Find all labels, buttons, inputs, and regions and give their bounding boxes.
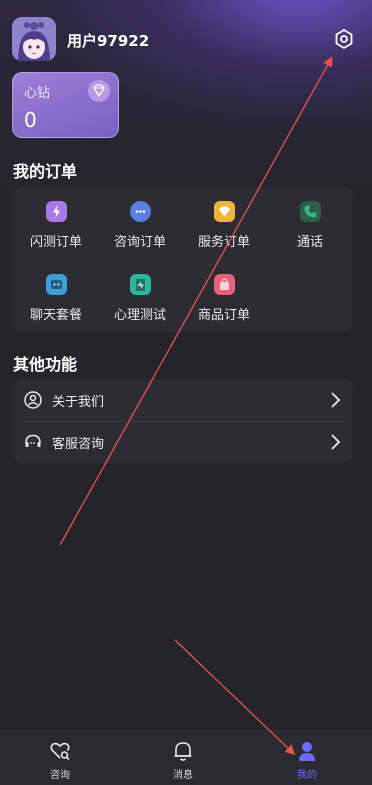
order-item-consult[interactable]: 咨询订单 bbox=[100, 201, 180, 255]
order-item-product[interactable]: 商品订单 bbox=[184, 274, 264, 328]
customer-service-label: 客服咨询 bbox=[52, 437, 105, 452]
tab-mine[interactable]: 我的 bbox=[267, 731, 347, 785]
shopping-bag-icon bbox=[214, 274, 235, 295]
orders-panel: 闪测订单 咨询订单 服务订单 通话 聊天套餐 心理测试 商品订单 bbox=[13, 187, 353, 332]
order-item-flash-test[interactable]: 闪测订单 bbox=[16, 201, 96, 255]
avatar[interactable] bbox=[12, 17, 56, 61]
chat-package-icon bbox=[46, 274, 67, 295]
heart-search-icon bbox=[49, 739, 71, 763]
diamond-value: 0 bbox=[24, 108, 37, 132]
diamond-title: 心钻 bbox=[24, 86, 51, 101]
chevron-right-icon bbox=[329, 433, 341, 451]
avatar-illustration bbox=[12, 17, 56, 61]
diamond-balance-card[interactable]: 心钻 0 bbox=[12, 72, 119, 138]
user-circle-icon bbox=[23, 390, 43, 410]
order-label: 闪测订单 bbox=[29, 235, 82, 250]
about-us-label: 关于我们 bbox=[52, 395, 105, 410]
settings-hexagon-icon bbox=[335, 29, 353, 49]
profile-header: 用户97922 bbox=[12, 17, 360, 63]
tab-label: 咨询 bbox=[50, 770, 70, 781]
diamond-icon bbox=[88, 80, 110, 102]
clipboard-icon bbox=[130, 274, 151, 295]
about-us-row[interactable]: 关于我们 bbox=[13, 379, 353, 421]
order-item-call[interactable]: 通话 bbox=[270, 201, 350, 255]
orders-section-title: 我的订单 bbox=[13, 162, 78, 181]
tab-consult[interactable]: 咨询 bbox=[20, 731, 100, 785]
user-icon bbox=[296, 739, 318, 763]
customer-service-row[interactable]: 客服咨询 bbox=[13, 421, 353, 463]
order-label: 商品订单 bbox=[197, 308, 250, 323]
headset-chat-icon bbox=[23, 432, 43, 452]
diamond-icon bbox=[214, 201, 235, 222]
settings-button[interactable] bbox=[332, 27, 356, 51]
order-label: 服务订单 bbox=[197, 235, 250, 250]
tab-label: 消息 bbox=[173, 770, 193, 781]
phone-icon bbox=[300, 201, 321, 222]
order-label: 咨询订单 bbox=[113, 235, 166, 250]
order-item-psych-test[interactable]: 心理测试 bbox=[100, 274, 180, 328]
chevron-right-icon bbox=[329, 391, 341, 409]
tab-messages[interactable]: 消息 bbox=[143, 731, 223, 785]
order-label: 聊天套餐 bbox=[29, 308, 82, 323]
bottom-tab-bar: 咨询 消息 我的 bbox=[0, 730, 372, 785]
others-section-title: 其他功能 bbox=[13, 355, 78, 374]
lightning-icon bbox=[46, 201, 67, 222]
others-panel: 关于我们 客服咨询 bbox=[13, 379, 353, 463]
order-label: 心理测试 bbox=[113, 308, 166, 323]
order-item-service[interactable]: 服务订单 bbox=[184, 201, 264, 255]
order-item-chat-package[interactable]: 聊天套餐 bbox=[16, 274, 96, 328]
bell-icon bbox=[172, 739, 194, 763]
order-label: 通话 bbox=[296, 235, 323, 250]
tab-label: 我的 bbox=[297, 770, 317, 781]
username: 用户97922 bbox=[67, 32, 150, 50]
chat-bubble-icon bbox=[130, 201, 151, 222]
